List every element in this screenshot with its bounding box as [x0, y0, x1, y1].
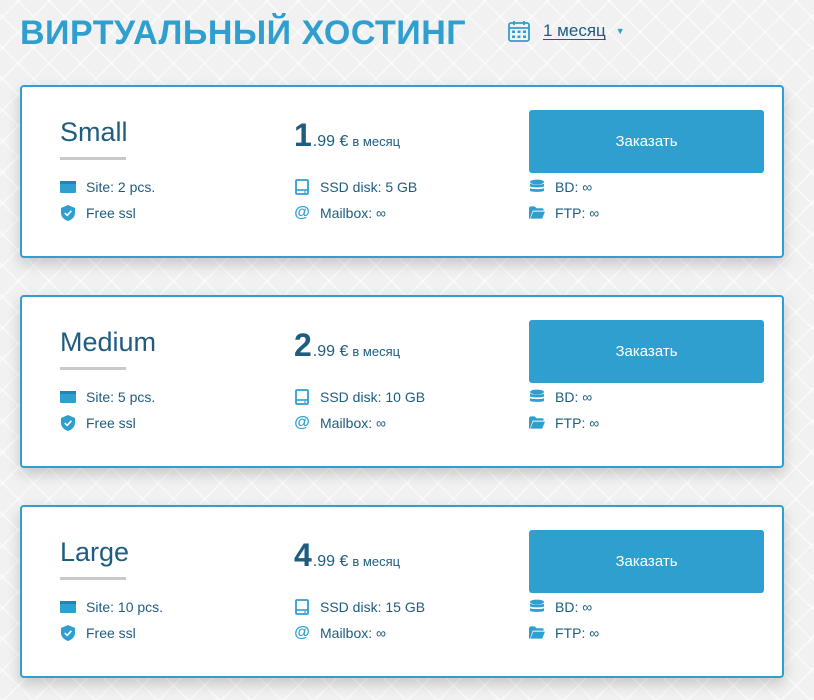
feature-bd-label: BD: ∞ — [555, 179, 593, 195]
shield-check-icon — [60, 415, 76, 431]
feature-sites-label: Site: 5 pcs. — [86, 389, 156, 405]
order-button[interactable]: Заказать — [529, 320, 764, 383]
feature-sites: Site: 10 pcs. — [60, 598, 163, 616]
ssd-disk-icon — [294, 389, 310, 405]
plan-card-small: Small 1 .99 € в месяц Заказать Site: 2 p… — [20, 85, 784, 258]
plan-name-underline — [60, 577, 126, 580]
order-button[interactable]: Заказать — [529, 530, 764, 593]
feature-ssl-label: Free ssl — [86, 205, 136, 221]
plan-name: Small — [60, 117, 128, 147]
page-header: ВИРТУАЛЬНЫЙ ХОСТИНГ — [20, 0, 466, 66]
price-fraction: .99 € — [312, 133, 349, 150]
feature-ftp: FTP: ∞ — [529, 414, 599, 432]
feature-bd: BD: ∞ — [529, 388, 592, 406]
feature-ftp: FTP: ∞ — [529, 624, 599, 642]
shield-check-icon — [60, 625, 76, 641]
feature-ssl-label: Free ssl — [86, 625, 136, 641]
feature-ssd-label: SSD disk: 5 GB — [320, 179, 418, 195]
folder-icon — [529, 415, 545, 431]
feature-bd-label: BD: ∞ — [555, 389, 593, 405]
folder-icon — [529, 205, 545, 221]
feature-mailbox: @ Mailbox: ∞ — [294, 624, 386, 642]
ssd-disk-icon — [294, 179, 310, 195]
price-integer: 2 — [294, 327, 312, 363]
feature-bd: BD: ∞ — [529, 598, 592, 616]
price-unit: в месяц — [352, 134, 401, 149]
caret-down-icon[interactable]: ▼ — [616, 26, 625, 36]
price-unit: в месяц — [352, 344, 401, 359]
folder-icon — [529, 625, 545, 641]
site-icon — [60, 179, 76, 195]
database-icon — [529, 389, 545, 405]
feature-mailbox-label: Mailbox: ∞ — [320, 415, 387, 431]
feature-mailbox-label: Mailbox: ∞ — [320, 205, 387, 221]
feature-ssl: Free ssl — [60, 414, 136, 432]
feature-bd-label: BD: ∞ — [555, 599, 593, 615]
period-label[interactable]: 1 месяц — [543, 21, 606, 41]
plan-price: 4 .99 € в месяц — [294, 537, 400, 574]
database-icon — [529, 179, 545, 195]
feature-ssl: Free ssl — [60, 624, 136, 642]
page-title: ВИРТУАЛЬНЫЙ ХОСТИНГ — [20, 13, 467, 52]
feature-mailbox-label: Mailbox: ∞ — [320, 625, 387, 641]
feature-mailbox: @ Mailbox: ∞ — [294, 414, 386, 432]
plan-card-medium: Medium 2 .99 € в месяц Заказать Site: 5 … — [20, 295, 784, 468]
plan-card-large: Large 4 .99 € в месяц Заказать Site: 10 … — [20, 505, 784, 678]
at-sign-icon: @ — [294, 624, 310, 641]
feature-ssd-label: SSD disk: 10 GB — [320, 389, 426, 405]
plan-name: Large — [60, 537, 130, 567]
feature-ftp-label: FTP: ∞ — [555, 205, 600, 221]
feature-ssd: SSD disk: 5 GB — [294, 178, 417, 196]
price-integer: 1 — [294, 117, 312, 153]
feature-ssd: SSD disk: 10 GB — [294, 388, 425, 406]
at-sign-icon: @ — [294, 414, 310, 431]
plan-name-underline — [60, 157, 126, 160]
database-icon — [529, 599, 545, 615]
feature-ftp-label: FTP: ∞ — [555, 625, 600, 641]
plan-price: 1 .99 € в месяц — [294, 117, 400, 154]
feature-sites-label: Site: 2 pcs. — [86, 179, 156, 195]
feature-sites: Site: 5 pcs. — [60, 388, 155, 406]
feature-bd: BD: ∞ — [529, 178, 592, 196]
feature-ftp: FTP: ∞ — [529, 204, 599, 222]
feature-ssd-label: SSD disk: 15 GB — [320, 599, 426, 615]
plan-name: Medium — [60, 327, 157, 357]
feature-ftp-label: FTP: ∞ — [555, 415, 600, 431]
site-icon — [60, 389, 76, 405]
plan-price: 2 .99 € в месяц — [294, 327, 400, 364]
price-fraction: .99 € — [312, 553, 349, 570]
price-integer: 4 — [294, 537, 312, 573]
calendar-icon — [507, 19, 531, 43]
feature-sites: Site: 2 pcs. — [60, 178, 155, 196]
ssd-disk-icon — [294, 599, 310, 615]
feature-ssd: SSD disk: 15 GB — [294, 598, 425, 616]
plan-name-underline — [60, 367, 126, 370]
feature-ssl-label: Free ssl — [86, 415, 136, 431]
site-icon — [60, 599, 76, 615]
order-button[interactable]: Заказать — [529, 110, 764, 173]
period-selector[interactable]: 1 месяц ▼ — [507, 19, 625, 43]
shield-check-icon — [60, 205, 76, 221]
price-unit: в месяц — [352, 554, 401, 569]
price-fraction: .99 € — [312, 343, 349, 360]
feature-mailbox: @ Mailbox: ∞ — [294, 204, 386, 222]
at-sign-icon: @ — [294, 204, 310, 221]
feature-ssl: Free ssl — [60, 204, 136, 222]
feature-sites-label: Site: 10 pcs. — [86, 599, 164, 615]
